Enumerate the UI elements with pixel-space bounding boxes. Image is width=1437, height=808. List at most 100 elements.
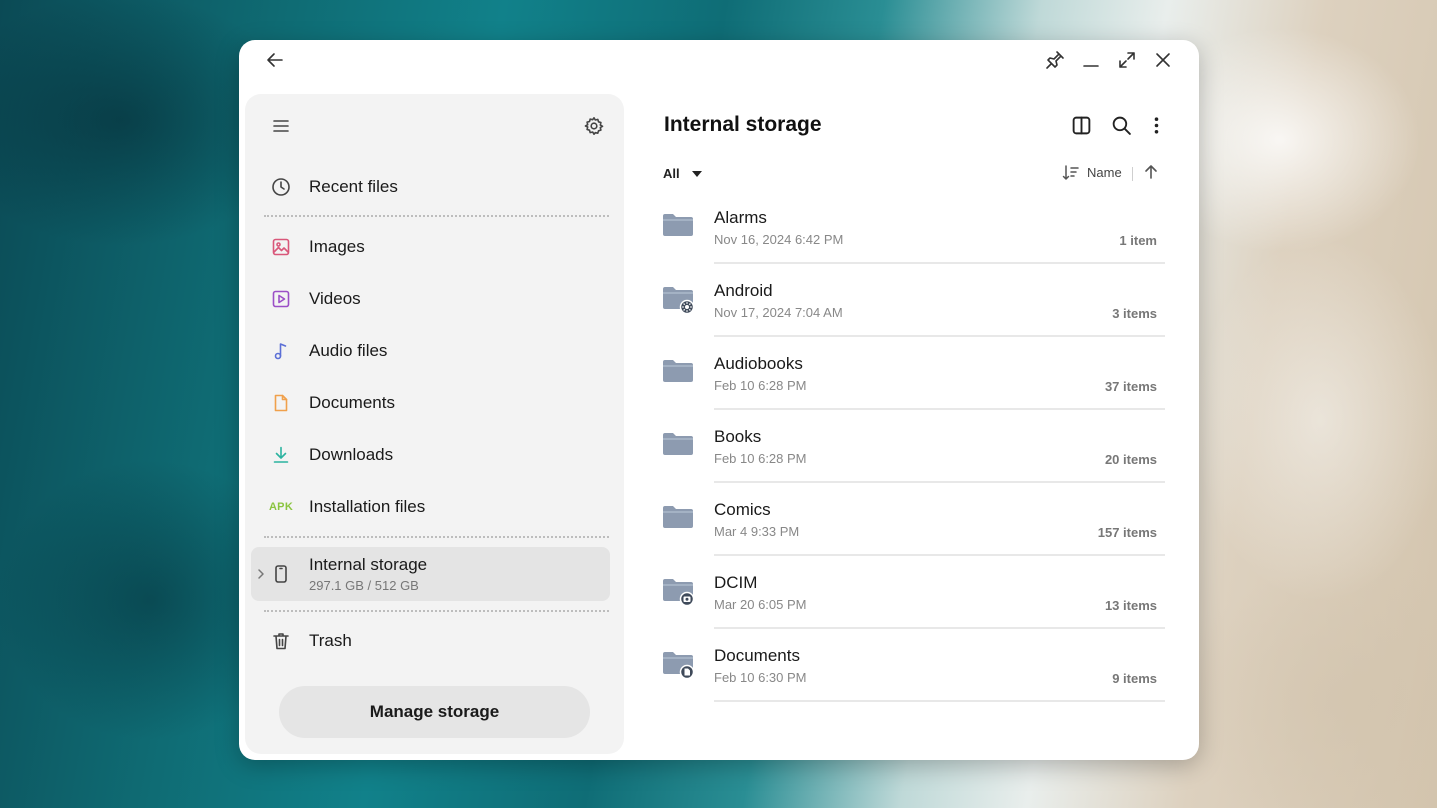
back-button[interactable] (261, 46, 289, 74)
row-divider (714, 481, 1165, 483)
maximize-icon (1119, 52, 1135, 68)
folder-icon (661, 429, 695, 459)
search-button[interactable] (1108, 112, 1134, 138)
split-view-button[interactable] (1068, 112, 1094, 138)
row-divider (714, 408, 1165, 410)
file-item-count: 37 items (1104, 379, 1157, 394)
file-row-comics[interactable]: Comics Mar 4 9:33 PM 157 items (624, 484, 1199, 557)
storage-name: Internal storage (309, 555, 428, 574)
folder-icon (661, 356, 695, 386)
file-name: DCIM (714, 573, 758, 592)
more-options-button[interactable] (1143, 112, 1169, 138)
file-name: Android (714, 281, 773, 300)
row-divider (714, 627, 1165, 629)
file-date: Nov 17, 2024 7:04 AM (714, 305, 843, 320)
sidebar-item-audio-files[interactable]: Audio files (251, 328, 610, 374)
file-row-books[interactable]: Books Feb 10 6:28 PM 20 items (624, 411, 1199, 484)
split-view-icon (1072, 116, 1090, 134)
file-list: Alarms Nov 16, 2024 6:42 PM 1 item Android N… (624, 192, 1199, 722)
title-bar (239, 40, 1199, 80)
pin-icon (1046, 51, 1064, 69)
folder-icon (661, 575, 695, 607)
file-name: Comics (714, 500, 771, 519)
sidebar-item-trash[interactable]: Trash (251, 618, 610, 664)
file-row-documents[interactable]: Documents Feb 10 6:30 PM 9 items (624, 630, 1199, 703)
folder-icon (661, 721, 695, 722)
file-item-count: 20 items (1104, 452, 1157, 467)
sidebar-item-images[interactable]: Images (251, 224, 610, 270)
sidebar-divider (264, 215, 609, 217)
sidebar-divider (264, 610, 609, 612)
sidebar: Recent files Images Videos Audio files D… (245, 94, 624, 754)
page-title: Internal storage (664, 113, 822, 136)
file-row-android[interactable]: Android Nov 17, 2024 7:04 AM 3 items (624, 265, 1199, 338)
folder-icon (661, 210, 695, 240)
file-name: Alarms (714, 208, 767, 227)
row-divider (714, 262, 1165, 264)
file-row-download[interactable]: DownloadMar 29 5:09 AM701 items (624, 703, 1199, 722)
minimize-button[interactable] (1077, 46, 1105, 74)
sidebar-item-internal-storage[interactable]: Internal storage 297.1 GB / 512 GB (251, 547, 610, 601)
folder-icon (661, 502, 695, 532)
sort-label: Name (1087, 165, 1122, 180)
close-icon (1156, 53, 1170, 67)
row-divider (714, 700, 1165, 702)
chevron-right-icon[interactable] (255, 566, 267, 582)
file-date: Mar 20 6:05 PM (714, 597, 807, 612)
sidebar-item-downloads[interactable]: Downloads (251, 432, 610, 478)
row-divider (714, 335, 1165, 337)
sidebar-item-videos[interactable]: Videos (251, 276, 610, 322)
music-note-icon (271, 341, 291, 361)
file-row-audiobooks[interactable]: Audiobooks Feb 10 6:28 PM 37 items (624, 338, 1199, 411)
settings-button[interactable] (580, 112, 608, 140)
arrow-left-icon (267, 53, 283, 67)
clock-icon (271, 177, 291, 197)
manage-storage-button[interactable]: Manage storage (279, 686, 590, 738)
sidebar-divider (264, 536, 609, 538)
sidebar-item-label: Documents (309, 393, 395, 412)
filter-label: All (663, 166, 680, 181)
folder-icon (661, 283, 695, 315)
sidebar-item-installation-files[interactable]: APK Installation files (251, 484, 610, 530)
my-files-window: Recent files Images Videos Audio files D… (239, 40, 1199, 760)
filter-dropdown[interactable]: All (663, 166, 702, 181)
sort-icon (1062, 165, 1079, 180)
sidebar-item-label: Audio files (309, 341, 388, 360)
file-name: Audiobooks (714, 354, 803, 373)
sidebar-item-label: Installation files (309, 497, 426, 516)
sidebar-item-label: Recent files (309, 177, 398, 196)
image-icon (271, 237, 291, 257)
row-divider (714, 554, 1165, 556)
sort-direction-button[interactable] (1142, 163, 1160, 181)
phone-icon (271, 564, 291, 584)
sort-separator (1132, 167, 1133, 181)
sidebar-item-label: Images (309, 237, 365, 256)
video-icon (271, 289, 291, 309)
file-name: Books (714, 427, 762, 446)
sidebar-item-label: Videos (309, 289, 361, 308)
apk-icon: APK (268, 501, 294, 513)
sidebar-item-recent-files[interactable]: Recent files (251, 164, 610, 210)
close-button[interactable] (1149, 46, 1177, 74)
menu-button[interactable] (267, 112, 295, 140)
pin-button[interactable] (1041, 46, 1069, 74)
chevron-down-icon (691, 170, 702, 177)
storage-usage: 297.1 GB / 512 GB (309, 578, 419, 593)
file-name: Documents (714, 646, 800, 665)
gear-icon (584, 117, 604, 135)
file-date: Feb 10 6:28 PM (714, 378, 807, 393)
file-item-count: 3 items (1112, 306, 1157, 321)
file-item-count: 13 items (1104, 598, 1157, 613)
file-row-dcim[interactable]: DCIM Mar 20 6:05 PM 13 items (624, 557, 1199, 630)
file-date: Nov 16, 2024 6:42 PM (714, 232, 844, 247)
file-row-alarms[interactable]: Alarms Nov 16, 2024 6:42 PM 1 item (624, 192, 1199, 265)
sort-by-button[interactable]: Name (1062, 164, 1122, 181)
more-vertical-icon (1154, 116, 1158, 134)
arrow-up-icon (1145, 165, 1157, 179)
sidebar-item-documents[interactable]: Documents (251, 380, 610, 426)
file-item-count: 1 item (1119, 233, 1157, 248)
trash-icon (271, 631, 291, 651)
file-date: Feb 10 6:28 PM (714, 451, 807, 466)
maximize-button[interactable] (1113, 46, 1141, 74)
file-item-count: 157 items (1097, 525, 1157, 540)
